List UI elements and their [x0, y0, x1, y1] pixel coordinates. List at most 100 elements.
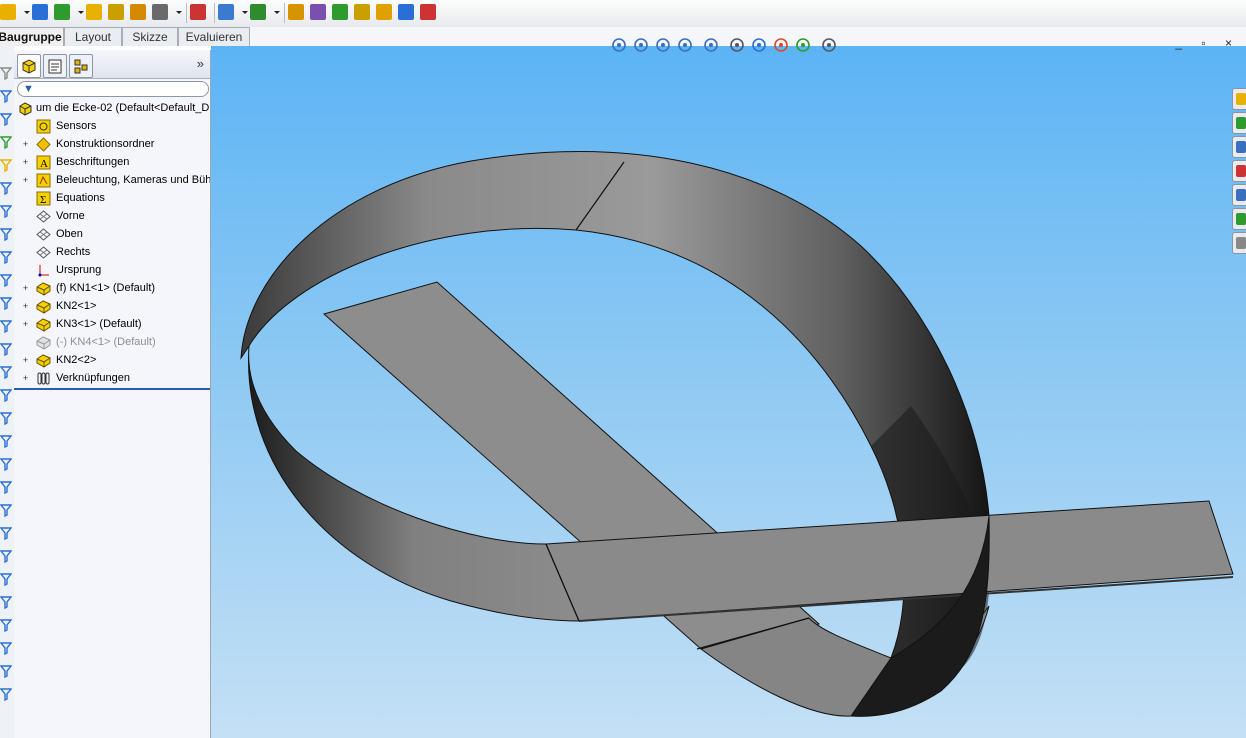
tree-item-label: Sensors — [56, 120, 97, 132]
toolbar-tool-icon[interactable] — [218, 4, 234, 20]
main-toolbar — [0, 0, 1246, 28]
toolbar-separator — [186, 3, 187, 23]
configuration-manager-tab[interactable] — [69, 54, 93, 78]
selection-filter-icon[interactable] — [0, 595, 13, 610]
selection-filter-icon[interactable] — [0, 572, 13, 587]
tab-layout[interactable]: Layout — [64, 27, 122, 46]
tree-item[interactable]: (-) KN4<1> (Default) — [14, 334, 210, 352]
selection-filter-icon[interactable] — [0, 319, 13, 334]
selection-filter-icon[interactable] — [0, 480, 13, 495]
tree-item[interactable]: Σ Equations — [14, 190, 210, 208]
selection-filter-icon[interactable] — [0, 112, 13, 127]
tree-item[interactable]: + A Beschriftungen — [14, 154, 210, 172]
tree-item[interactable]: Ursprung — [14, 262, 210, 280]
tree-item[interactable]: Sensors — [14, 118, 210, 136]
3d-model-view[interactable] — [211, 46, 1246, 738]
toolbar-tool-icon[interactable] — [86, 4, 102, 20]
toolbar-tool-icon[interactable] — [332, 4, 348, 20]
selection-filter-icon[interactable] — [0, 365, 13, 380]
dropdown-arrow-icon[interactable] — [24, 4, 30, 20]
selection-filter-icon[interactable] — [0, 250, 13, 265]
feature-tree-tab[interactable] — [17, 54, 41, 78]
toolbar-tool-icon[interactable] — [376, 4, 392, 20]
tree-item-label: KN2<1> — [56, 300, 97, 312]
expand-plus-icon[interactable]: + — [21, 320, 30, 329]
tree-item[interactable]: Rechts — [14, 244, 210, 262]
expand-panel-icon[interactable]: » — [197, 56, 204, 71]
selection-filter-icon[interactable] — [0, 434, 13, 449]
dropdown-arrow-icon[interactable] — [274, 4, 280, 20]
toolbar-tool-icon[interactable] — [54, 4, 70, 20]
selection-filter-icon[interactable] — [0, 526, 13, 541]
selection-filter-icon[interactable] — [0, 181, 13, 196]
feature-manager-tabs: » — [14, 50, 210, 79]
selection-filter-icon[interactable] — [0, 342, 13, 357]
tree-item[interactable]: + (f) KN1<1> (Default) — [14, 280, 210, 298]
dropdown-arrow-icon[interactable] — [242, 4, 248, 20]
dropdown-arrow-icon[interactable] — [176, 4, 182, 20]
tree-item[interactable]: + Konstruktionsordner — [14, 136, 210, 154]
toolbar-tool-icon[interactable] — [0, 4, 16, 20]
toolbar-tool-icon[interactable] — [32, 4, 48, 20]
toolbar-tool-icon[interactable] — [310, 4, 326, 20]
expand-plus-icon[interactable]: + — [21, 176, 30, 185]
expand-plus-icon[interactable]: + — [21, 158, 30, 167]
tree-item[interactable]: + KN2<2> — [14, 352, 210, 370]
selection-filter-icon[interactable] — [0, 89, 13, 104]
selection-filter-icon[interactable] — [0, 411, 13, 426]
tree-item[interactable]: Oben — [14, 226, 210, 244]
toolbar-tool-icon[interactable] — [420, 4, 436, 20]
tree-item-label: KN2<2> — [56, 354, 97, 366]
tree-root-assembly[interactable]: um die Ecke-02 (Default<Default_D — [14, 100, 210, 118]
selection-filter-icon[interactable] — [0, 273, 13, 288]
selection-filter-icon[interactable] — [0, 549, 13, 564]
expand-plus-icon[interactable]: + — [21, 140, 30, 149]
lights-icon — [36, 173, 51, 188]
tree-item[interactable]: + Beleuchtung, Kameras und Bühr — [14, 172, 210, 190]
toolbar-tool-icon[interactable] — [288, 4, 304, 20]
toolbar-tool-icon[interactable] — [250, 4, 266, 20]
tree-item[interactable]: + KN3<1> (Default) — [14, 316, 210, 334]
tab-skizze[interactable]: Skizze — [122, 27, 178, 46]
selection-filter-icon[interactable] — [0, 641, 13, 656]
selection-filter-icon[interactable] — [0, 457, 13, 472]
toolbar-tool-icon[interactable] — [398, 4, 414, 20]
expand-plus-icon[interactable]: + — [21, 356, 30, 365]
toolbar-tool-icon[interactable] — [130, 4, 146, 20]
toolbar-tool-icon[interactable] — [152, 4, 168, 20]
property-manager-tab[interactable] — [43, 54, 67, 78]
tree-end-marker — [14, 388, 210, 390]
annotations-icon: A — [36, 155, 51, 170]
tree-item[interactable]: + Verknüpfungen — [14, 370, 210, 388]
feature-tree-filter[interactable]: ▼ — [17, 81, 209, 97]
toolbar-tool-icon[interactable] — [108, 4, 124, 20]
property-icon — [48, 59, 62, 74]
expand-plus-icon[interactable]: + — [21, 302, 30, 311]
selection-filter-icon[interactable] — [0, 664, 13, 679]
selection-filter-icon[interactable] — [0, 296, 13, 311]
tree-item[interactable]: Vorne — [14, 208, 210, 226]
selection-filter-icon[interactable] — [0, 227, 13, 242]
part-suppressed-icon — [36, 335, 51, 350]
expand-plus-icon[interactable]: + — [21, 374, 30, 383]
graphics-viewport[interactable]: _ ▫ × — [211, 36, 1246, 738]
tree-item-label: Vorne — [56, 210, 85, 222]
toolbar-tool-icon[interactable] — [190, 4, 206, 20]
tab-evaluieren[interactable]: Evaluieren — [178, 27, 250, 46]
dropdown-arrow-icon[interactable] — [78, 4, 84, 20]
selection-filter-icon[interactable] — [0, 158, 13, 173]
selection-filter-icon[interactable] — [0, 687, 13, 702]
selection-filter-icon[interactable] — [0, 618, 13, 633]
tree-item-label: KN3<1> (Default) — [56, 318, 142, 330]
tab-baugruppe[interactable]: Baugruppe — [0, 27, 64, 46]
selection-filter-icon[interactable] — [0, 66, 13, 81]
toolbar-tool-icon[interactable] — [354, 4, 370, 20]
selection-filter-icon[interactable] — [0, 388, 13, 403]
selection-filter-icon[interactable] — [0, 503, 13, 518]
selection-filter-icon[interactable] — [0, 135, 13, 150]
expand-plus-icon[interactable]: + — [21, 284, 30, 293]
tree-item-label: Verknüpfungen — [56, 372, 131, 384]
selection-filter-icon[interactable] — [0, 204, 13, 219]
toolbar-separator — [284, 3, 285, 23]
tree-item[interactable]: + KN2<1> — [14, 298, 210, 316]
